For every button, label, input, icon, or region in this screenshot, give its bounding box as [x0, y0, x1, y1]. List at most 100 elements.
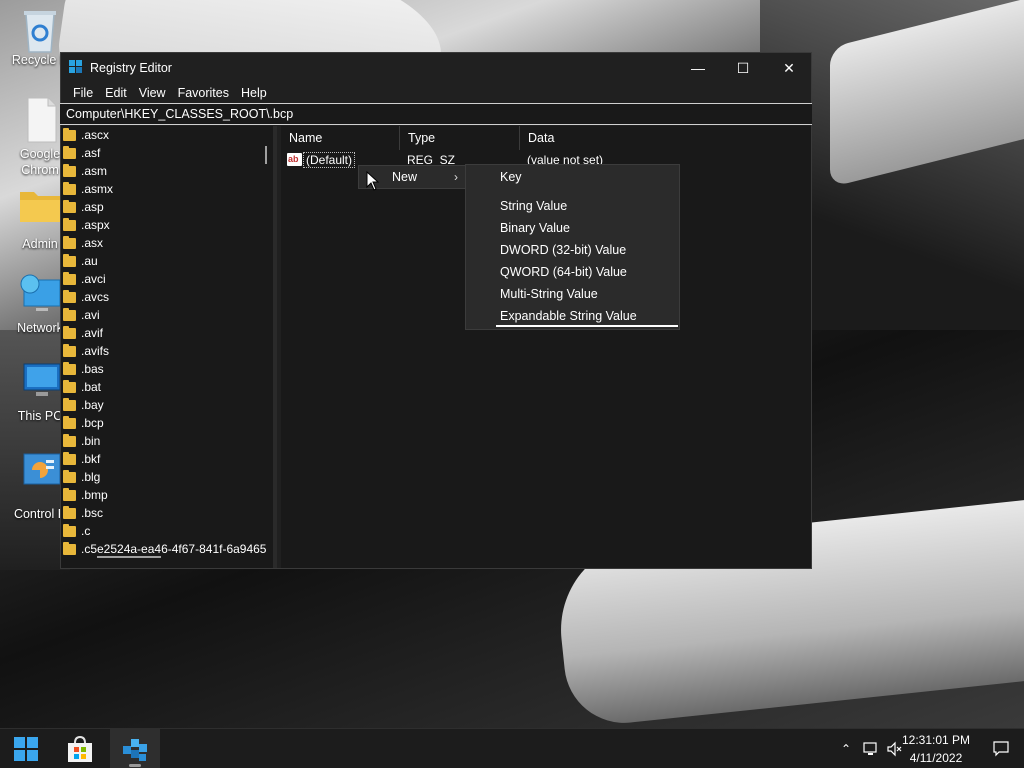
tree-item-label: .bin	[81, 434, 101, 448]
folder-icon	[63, 253, 76, 267]
tree-item[interactable]: .c	[61, 522, 90, 540]
tree-item-label: .asmx	[81, 182, 114, 196]
tree-item-label: .c	[81, 524, 91, 538]
tree-vertical-scrollbar[interactable]	[265, 146, 267, 164]
tree-item[interactable]: .asf	[61, 144, 100, 162]
folder-icon	[63, 235, 76, 249]
tree-item[interactable]: .bay	[61, 396, 104, 414]
tree-item[interactable]: .ascx	[61, 126, 109, 144]
menu-view[interactable]: View	[133, 86, 172, 100]
notifications-button[interactable]	[988, 729, 1014, 768]
submenu-string-value[interactable]: String Value	[466, 195, 679, 217]
submenu-binary-value[interactable]: Binary Value	[466, 217, 679, 239]
folder-icon	[63, 289, 76, 303]
address-bar[interactable]: Computer\HKEY_CLASSES_ROOT\.bcp	[60, 103, 812, 125]
tree-item[interactable]: .blg	[61, 468, 100, 486]
folder-icon	[63, 361, 76, 375]
microsoft-store-button[interactable]	[58, 729, 102, 768]
tree-item[interactable]: .avi	[61, 306, 100, 324]
folder-icon	[63, 541, 76, 555]
tree-item-label: .bsc	[81, 506, 104, 520]
store-icon	[68, 735, 92, 762]
folder-icon	[63, 469, 76, 483]
tree-item-label: .avif	[81, 326, 104, 340]
tree-item[interactable]: .avci	[61, 270, 106, 288]
tree-item[interactable]: .asp	[61, 198, 104, 216]
submenu-key[interactable]: Key	[466, 166, 679, 188]
folder-icon	[18, 186, 62, 230]
focus-indicator	[496, 325, 678, 327]
clock-time: 12:31:01 PM	[901, 733, 971, 747]
registry-editor-taskbar-button[interactable]	[110, 729, 160, 768]
submenu-multi-string-value[interactable]: Multi-String Value	[466, 283, 679, 305]
tree-item-label: .ascx	[81, 128, 110, 142]
close-button[interactable]: ✕	[766, 53, 812, 83]
tree-item[interactable]: .asm	[61, 162, 107, 180]
tree-item[interactable]: .c5e2524a-ea46-4f67-841f-6a9465	[61, 540, 266, 558]
submenu-qword-value[interactable]: QWORD (64-bit) Value	[466, 261, 679, 283]
folder-icon	[63, 397, 76, 411]
tree-item[interactable]: .bkf	[61, 450, 100, 468]
folder-icon	[63, 487, 76, 501]
menu-edit[interactable]: Edit	[99, 86, 133, 100]
mouse-cursor-icon	[366, 171, 380, 191]
folder-icon	[63, 451, 76, 465]
tree-item[interactable]: .aspx	[61, 216, 110, 234]
tree-item-label: .asm	[81, 164, 108, 178]
taskbar-clock[interactable]: 12:31:01 PM 4/11/2022	[896, 731, 976, 767]
tree-item-label: .bas	[81, 362, 104, 376]
tree-item-label: .bmp	[81, 488, 108, 502]
start-button[interactable]	[4, 729, 48, 768]
folder-icon	[63, 523, 76, 537]
tree-item[interactable]: .au	[61, 252, 98, 270]
tree-item[interactable]: .bsc	[61, 504, 103, 522]
tree-item[interactable]: .avif	[61, 324, 103, 342]
tree-item-label: .bay	[81, 398, 104, 412]
folder-icon	[63, 343, 76, 357]
tree-item-label: .blg	[81, 470, 101, 484]
tree-item[interactable]: .asx	[61, 234, 103, 252]
list-header: Name Type Data	[281, 126, 811, 150]
tree-item[interactable]: .bcp	[61, 414, 104, 432]
folder-icon	[63, 127, 76, 141]
folder-icon	[63, 181, 76, 195]
taskbar: ⌃ 12:31:01 PM 4/11/2022	[0, 728, 1024, 768]
string-value-icon: ab	[287, 153, 302, 166]
tree-item[interactable]: .asmx	[61, 180, 113, 198]
tree-item[interactable]: .bat	[61, 378, 101, 396]
registry-cubes-icon	[123, 739, 147, 761]
tree-item[interactable]: .avifs	[61, 342, 109, 360]
tree-item[interactable]: .bin	[61, 432, 100, 450]
tree-item[interactable]: .avcs	[61, 288, 109, 306]
tree-item-label: .aspx	[81, 218, 110, 232]
tree-item-label: .bkf	[81, 452, 101, 466]
column-type[interactable]: Type	[399, 126, 519, 150]
menu-help[interactable]: Help	[235, 86, 273, 100]
chevron-up-icon: ⌃	[840, 742, 852, 756]
chevron-right-icon: ›	[454, 170, 458, 184]
network-icon	[18, 272, 62, 316]
key-tree[interactable]: .ascx .asf .asm .asmx .asp .aspx .asx .au .avci.…	[61, 126, 277, 568]
title-bar[interactable]: Registry Editor — ☐ ✕	[61, 53, 811, 83]
network-status-icon	[863, 742, 877, 755]
tree-item[interactable]: .bmp	[61, 486, 108, 504]
folder-icon	[63, 379, 76, 393]
recycle-bin-icon	[18, 6, 62, 53]
submenu-expandable-string-value[interactable]: Expandable String Value	[466, 305, 679, 327]
show-hidden-icons-button[interactable]: ⌃	[836, 729, 856, 768]
tree-item-label: .avifs	[81, 344, 110, 358]
maximize-button[interactable]: ☐	[720, 53, 766, 83]
menu-file[interactable]: File	[67, 86, 99, 100]
menu-favorites[interactable]: Favorites	[172, 86, 235, 100]
column-name[interactable]: Name	[281, 126, 399, 150]
column-data[interactable]: Data	[519, 126, 809, 150]
minimize-button[interactable]: —	[675, 53, 721, 83]
new-submenu: Key String Value Binary Value DWORD (32-…	[465, 164, 680, 330]
value-name: (Default)	[303, 152, 356, 168]
network-tray-button[interactable]	[860, 729, 882, 768]
folder-icon	[63, 145, 76, 159]
submenu-dword-value[interactable]: DWORD (32-bit) Value	[466, 239, 679, 261]
notification-icon	[993, 741, 1009, 757]
window-title: Registry Editor	[90, 61, 172, 75]
tree-item[interactable]: .bas	[61, 360, 104, 378]
